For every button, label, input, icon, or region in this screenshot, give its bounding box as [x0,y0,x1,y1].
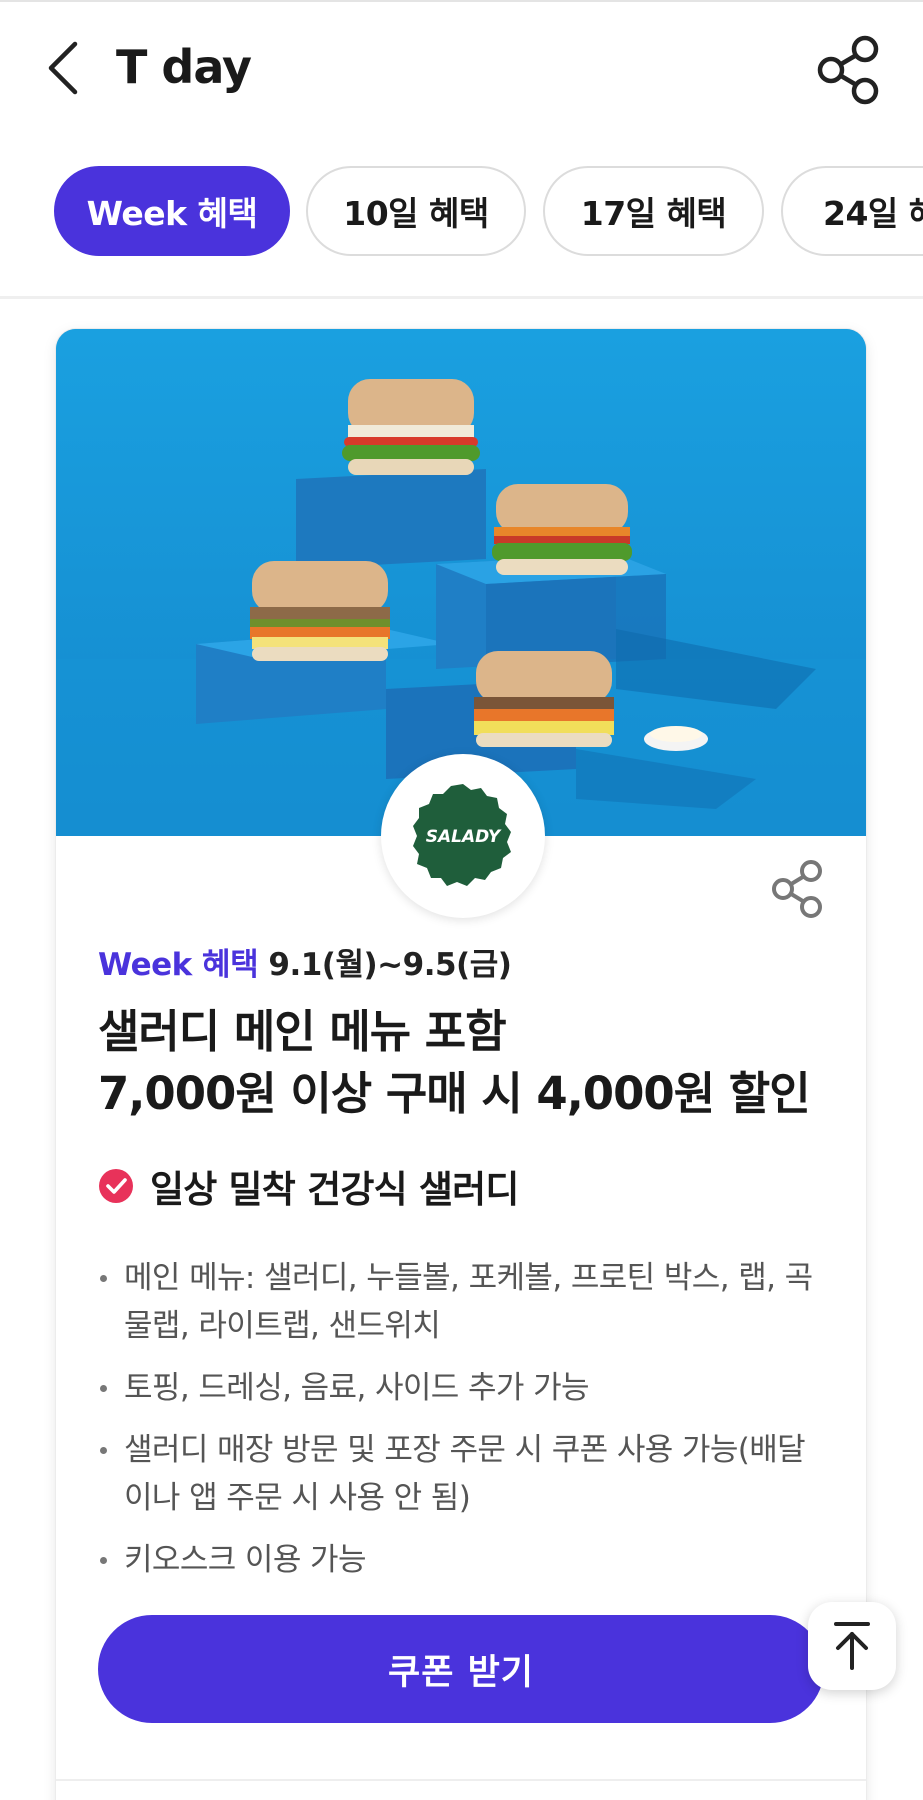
salady-logo-icon: SALADY [413,784,511,886]
detail-item: 토핑, 드레싱, 음료, 사이드 추가 가능 [98,1364,828,1412]
detail-item: 샐러디 매장 방문 및 포장 주문 시 쿠폰 사용 가능(배달이나 앱 주문 시… [98,1426,828,1522]
period-dates: 9.1(월)~9.5(금) [268,947,512,983]
tab-24th[interactable]: 24일 혜택 [781,166,923,256]
headline-line-1: 샐러디 메인 메뉴 포함 [98,1005,507,1058]
card-divider [56,1779,866,1781]
svg-text:SALADY: SALADY [426,827,502,847]
chevron-left-icon [48,41,78,95]
subheading-text: 일상 밀착 건강식 샐러디 [150,1168,519,1211]
brand-logo: SALADY [381,754,545,918]
tab-week[interactable]: Week 혜택 [54,166,290,256]
share-icon [817,35,879,105]
header: T day [0,0,923,140]
get-coupon-button[interactable]: 쿠폰 받기 [98,1615,824,1723]
arrow-up-icon [834,1622,870,1670]
check-circle-icon [99,1169,133,1203]
share-icon [772,860,822,918]
scroll-to-top-button[interactable] [808,1602,896,1690]
page-title: T day [116,40,252,94]
period-tag: Week 혜택 [98,947,259,983]
page: T day Week 혜택 10일 혜택 17일 혜택 24일 혜택 [0,0,923,1800]
benefit-card: SALADY Week 혜택 9.1(월)~9.5(금) 샐러디 메인 메뉴 포… [56,329,866,1800]
card-share-button[interactable] [763,855,831,923]
benefit-headline: 샐러디 메인 메뉴 포함 7,000원 이상 구매 시 4,000원 할인 [98,1001,811,1125]
detail-item: 메인 메뉴: 샐러디, 누들볼, 포케볼, 프로틴 박스, 랩, 곡물랩, 라이… [98,1254,828,1350]
benefit-details: 메인 메뉴: 샐러디, 누들볼, 포케볼, 프로틴 박스, 랩, 곡물랩, 라이… [98,1254,828,1598]
benefit-subheading: 일상 밀착 건강식 샐러디 [98,1159,519,1213]
back-button[interactable] [38,38,86,98]
tabs-divider [0,296,923,299]
detail-item: 키오스크 이용 가능 [98,1536,828,1584]
tab-17th[interactable]: 17일 혜택 [543,166,764,256]
headline-line-2: 7,000원 이상 구매 시 4,000원 할인 [98,1067,811,1120]
benefit-period: Week 혜택 9.1(월)~9.5(금) [98,939,512,984]
benefit-tabs: Week 혜택 10일 혜택 17일 혜택 24일 혜택 [0,164,923,260]
share-button[interactable] [812,34,884,106]
tab-10th[interactable]: 10일 혜택 [306,166,526,256]
